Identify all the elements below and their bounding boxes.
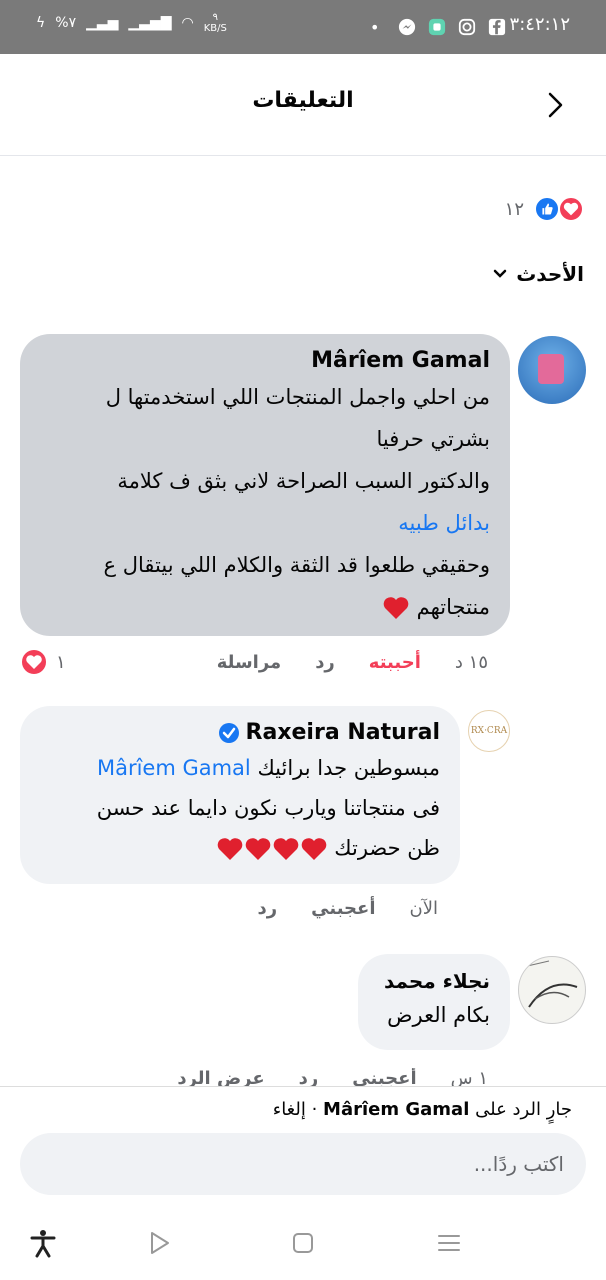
messenger-icon bbox=[398, 18, 416, 36]
comment-link[interactable]: بدائل طبيه bbox=[40, 502, 490, 544]
chevron-down-icon bbox=[493, 269, 507, 278]
instagram-icon bbox=[458, 18, 476, 36]
back-triangle-icon[interactable] bbox=[144, 1228, 174, 1258]
home-square-icon[interactable] bbox=[288, 1228, 318, 1258]
status-left: ϟ %٧ ▁▃▅ ▁▃▅▇ ◠ ٩ KB/S bbox=[36, 12, 227, 34]
signal-icon: ▁▃▅ bbox=[86, 15, 119, 31]
comment-actions: ١ س أعجبني رد عرض الرد bbox=[177, 1068, 488, 1086]
reaction-count: ١٢ bbox=[504, 198, 524, 220]
replying-to-name: Mârîem Gamal bbox=[323, 1099, 470, 1120]
sort-dropdown[interactable]: الأحدث bbox=[492, 262, 584, 286]
comment-reaction[interactable]: ١ bbox=[20, 648, 66, 676]
clock: ٣:٤٢:١٢ bbox=[509, 14, 570, 35]
reply-button[interactable]: رد bbox=[258, 898, 278, 919]
replying-to-bar: جارٍ الرد على Mârîem Gamal · إلغاء bbox=[272, 1099, 572, 1120]
reply-input[interactable]: اكتب ردًا... bbox=[20, 1133, 586, 1195]
avatar[interactable]: RX·CRA bbox=[468, 710, 510, 752]
verified-badge-icon bbox=[218, 723, 239, 743]
battery-text: %٧ bbox=[55, 15, 77, 31]
signal-icon-2: ▁▃▅▇ bbox=[128, 15, 172, 31]
charging-icon: ϟ bbox=[36, 15, 46, 31]
comments-header: التعليقات bbox=[0, 54, 606, 156]
comment-author[interactable]: نجلاء محمد bbox=[378, 966, 490, 996]
message-button[interactable]: مراسلة bbox=[217, 652, 281, 673]
mention-link[interactable]: Mârîem Gamal bbox=[97, 756, 251, 780]
view-reply-button[interactable]: عرض الرد bbox=[177, 1068, 264, 1086]
heart-emoji-icon bbox=[245, 838, 270, 860]
comment-bubble[interactable]: Mârîem Gamal من احلي واجمل المنتجات اللي… bbox=[20, 334, 510, 636]
comment-text: من احلي واجمل المنتجات اللي استخدمتها ل … bbox=[40, 376, 490, 628]
comment-time: الآن bbox=[409, 898, 439, 919]
net-speed: ٩ KB/S bbox=[203, 12, 227, 34]
comment-time: ١ س bbox=[450, 1068, 488, 1086]
heart-emoji-icon bbox=[383, 597, 409, 619]
back-arrow-icon[interactable] bbox=[540, 90, 570, 120]
app-icon bbox=[428, 18, 446, 36]
avatar[interactable] bbox=[518, 956, 586, 1024]
dot-icon: • bbox=[370, 18, 380, 37]
reaction-count: ١ bbox=[56, 651, 66, 673]
comment-author[interactable]: Mârîem Gamal bbox=[40, 346, 490, 376]
heart-emoji-icon bbox=[273, 838, 298, 860]
brand-logo: RX·CRA bbox=[470, 726, 508, 736]
comment-text: بكام العرض bbox=[387, 1003, 490, 1027]
reply-button[interactable]: رد bbox=[315, 652, 335, 673]
like-button[interactable]: أعجبني bbox=[311, 898, 375, 919]
reactions-summary[interactable]: ١٢ bbox=[505, 196, 584, 222]
sort-label: الأحدث bbox=[516, 262, 584, 286]
accessibility-icon[interactable] bbox=[28, 1228, 58, 1258]
calligraphy-image bbox=[522, 960, 578, 1008]
love-reaction-icon bbox=[558, 196, 584, 222]
like-button[interactable]: أعجبني bbox=[352, 1068, 416, 1086]
reply-composer: جارٍ الرد على Mârîem Gamal · إلغاء اكتب … bbox=[0, 1086, 606, 1206]
avatar[interactable] bbox=[518, 336, 586, 404]
like-reaction-icon bbox=[534, 196, 560, 222]
comment-time: ١٥ د bbox=[454, 652, 488, 673]
reply-button[interactable]: رد bbox=[299, 1068, 319, 1086]
comment-bubble[interactable]: نجلاء محمد بكام العرض bbox=[358, 954, 510, 1050]
status-bar: ϟ %٧ ▁▃▅ ▁▃▅▇ ◠ ٩ KB/S • ٣:٤٢:١٢ bbox=[0, 0, 606, 54]
page-title: التعليقات bbox=[252, 88, 354, 113]
recents-menu-icon[interactable] bbox=[434, 1228, 464, 1258]
comment-text: مبسوطين جدا برائيك Mârîem Gamal فى منتجا… bbox=[96, 756, 440, 860]
comment-actions: الآن أعجبني رد bbox=[258, 898, 438, 919]
wifi-icon: ◠ bbox=[181, 15, 194, 31]
like-button[interactable]: أحببته bbox=[369, 652, 421, 673]
system-nav-bar bbox=[0, 1206, 606, 1280]
comment-actions: ١٥ د أحببته رد مراسلة bbox=[217, 652, 488, 673]
facebook-icon bbox=[488, 18, 506, 36]
love-reaction-icon bbox=[20, 648, 48, 676]
cancel-reply-button[interactable]: · إلغاء bbox=[273, 1099, 318, 1120]
heart-emoji-icon bbox=[217, 838, 242, 860]
comment-author[interactable]: Raxeira Natural bbox=[246, 718, 440, 748]
comment-bubble[interactable]: Raxeira Natural مبسوطين جدا برائيك Mârîe… bbox=[20, 706, 460, 884]
heart-emoji-icon bbox=[301, 838, 326, 860]
